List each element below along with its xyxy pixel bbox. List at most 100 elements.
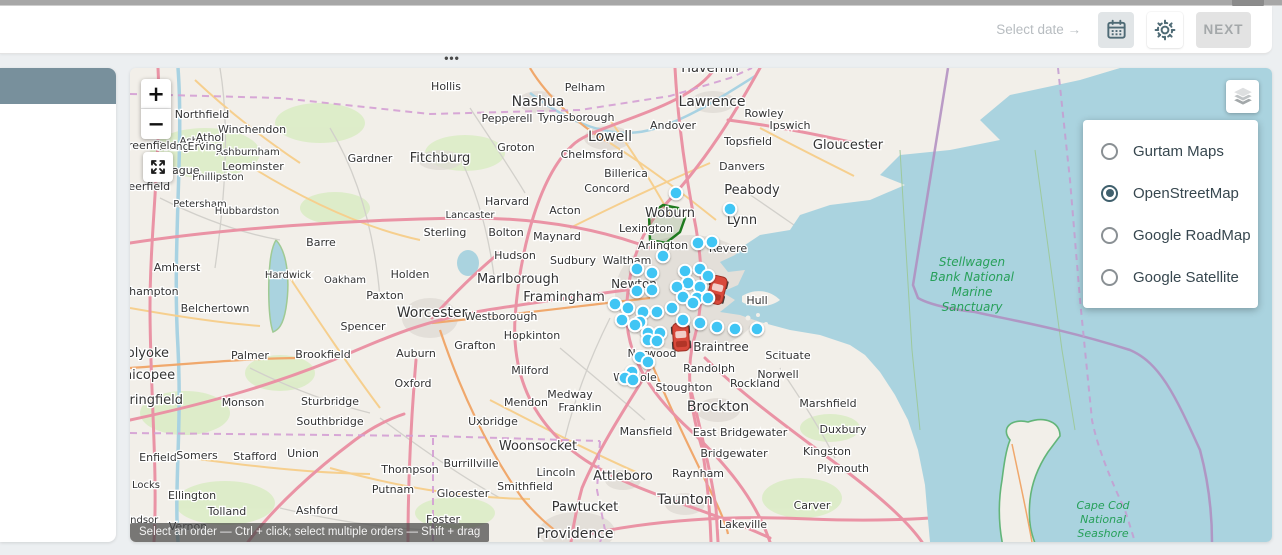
order-marker[interactable] [670, 187, 683, 200]
map-town-label: Holden [391, 268, 430, 281]
order-marker[interactable] [729, 323, 742, 336]
map-town-label: Pepperell [482, 112, 533, 125]
map-town-label: Taunton [656, 492, 713, 508]
order-marker[interactable] [646, 284, 659, 297]
map-town-label: Sterling [424, 226, 467, 239]
order-marker[interactable] [609, 298, 622, 311]
map-town-label: Maynard [533, 230, 581, 243]
map-town-label: Northampton [130, 285, 179, 298]
map-town-label: Sturbridge [301, 395, 359, 408]
map-town-label: Locks [132, 480, 160, 491]
map-town-label: Hubbardston [215, 206, 280, 217]
map-town-label: Pelham [565, 81, 606, 94]
order-marker[interactable] [687, 297, 700, 310]
order-marker[interactable] [702, 270, 715, 283]
map-town-label: Southbridge [296, 415, 363, 428]
order-marker[interactable] [702, 292, 715, 305]
fullscreen-button[interactable] [143, 152, 173, 182]
order-marker[interactable] [657, 250, 670, 263]
map-town-label: Oakham [324, 275, 366, 286]
layer-option-label: Google Satellite [1133, 269, 1239, 286]
order-marker[interactable] [616, 314, 629, 327]
map-town-label: Tolland [207, 505, 246, 518]
map-town-label: Hudson [494, 249, 536, 262]
zoom-out-button[interactable]: − [141, 109, 171, 139]
map-town-label: Lincoln [537, 466, 576, 479]
map-town-label: Andover [650, 119, 696, 132]
map-town-label: Spencer [340, 320, 386, 333]
order-marker[interactable] [622, 302, 635, 315]
map-town-label: Barre [306, 236, 336, 249]
layer-option-openstreetmap[interactable]: OpenStreetMap [1083, 172, 1258, 214]
order-marker[interactable] [627, 374, 640, 387]
order-marker[interactable] [631, 263, 644, 276]
map[interactable]: StellwagenBank NationalMarineSanctuaryCa… [130, 68, 1272, 542]
order-marker[interactable] [724, 203, 737, 216]
map-town-label: Topsfield [723, 135, 772, 148]
map-town-label: Gloucester [813, 138, 884, 153]
map-town-label: Franklin [558, 401, 601, 414]
map-town-label: Danvers [719, 160, 765, 173]
map-town-label: Duxbury [820, 423, 867, 436]
order-marker[interactable] [666, 302, 679, 315]
radio-icon[interactable] [1101, 143, 1118, 160]
map-town-label: Groton [497, 141, 535, 154]
map-town-label: Lancaster [445, 210, 495, 221]
layers-panel: Gurtam Maps OpenStreetMap Google RoadMap Go… [1083, 120, 1258, 308]
map-town-label: Amherst [154, 261, 201, 274]
left-panel [0, 68, 116, 542]
layer-option-google-satellite[interactable]: Google Satellite [1083, 256, 1258, 298]
order-marker[interactable] [711, 321, 724, 334]
map-town-label: Marshfield [799, 397, 856, 410]
order-marker[interactable] [679, 265, 692, 278]
order-marker[interactable] [651, 306, 664, 319]
layer-option-gurtam-maps[interactable]: Gurtam Maps [1083, 130, 1258, 172]
map-town-label: Sudbury [550, 254, 596, 267]
map-town-label: Lawrence [678, 94, 745, 110]
map-town-label: Westborough [465, 310, 538, 323]
order-marker[interactable] [694, 317, 707, 330]
map-town-label: Scituate [765, 349, 810, 362]
map-town-label: Marlborough [477, 272, 559, 287]
radio-icon[interactable] [1101, 227, 1118, 244]
layers-button[interactable] [1226, 80, 1259, 113]
zoom-in-button[interactable]: + [141, 79, 171, 109]
order-marker[interactable] [677, 314, 690, 327]
order-marker[interactable] [751, 323, 764, 336]
settings-button[interactable] [1147, 12, 1183, 48]
map-town-label: Stafford [233, 450, 277, 463]
map-town-label: Chelmsford [561, 148, 624, 161]
map-town-label: Holyoke [130, 346, 169, 361]
map-town-label: Billerica [604, 167, 648, 180]
map-area-label: Cape CodNationalSeashore [1076, 499, 1130, 540]
order-marker[interactable] [706, 236, 719, 249]
order-marker[interactable] [646, 267, 659, 280]
order-marker[interactable] [692, 237, 705, 250]
map-town-label: Brookfield [295, 348, 350, 361]
map-town-label: Randolph [683, 362, 735, 375]
layer-option-label: Gurtam Maps [1133, 143, 1224, 160]
order-marker[interactable] [651, 335, 664, 348]
layer-option-label: Google RoadMap [1133, 227, 1251, 244]
map-town-label: Springfield [130, 393, 183, 408]
map-town-label: Fitchburg [410, 151, 471, 166]
order-marker[interactable] [629, 319, 642, 332]
drag-handle[interactable]: ••• [437, 51, 467, 67]
radio-selected-icon[interactable] [1101, 185, 1118, 202]
map-town-label: Winchendon [218, 123, 286, 136]
map-town-label: Ashford [296, 504, 338, 517]
order-marker[interactable] [642, 356, 655, 369]
fullscreen-icon [148, 157, 168, 177]
map-town-label: Hardwick [265, 270, 311, 281]
layer-option-google-roadmap[interactable]: Google RoadMap [1083, 214, 1258, 256]
calendar-button[interactable] [1098, 12, 1134, 48]
radio-icon[interactable] [1101, 269, 1118, 286]
map-town-label: Peabody [724, 183, 780, 198]
map-town-label: Enfield [139, 451, 177, 464]
order-marker[interactable] [631, 285, 644, 298]
map-town-label: Woonsocket [499, 439, 577, 454]
next-button[interactable]: NEXT [1196, 12, 1251, 48]
map-town-label: Auburn [396, 347, 436, 360]
map-town-label: Union [287, 447, 319, 460]
map-town-label: Ashburnham [216, 147, 280, 158]
